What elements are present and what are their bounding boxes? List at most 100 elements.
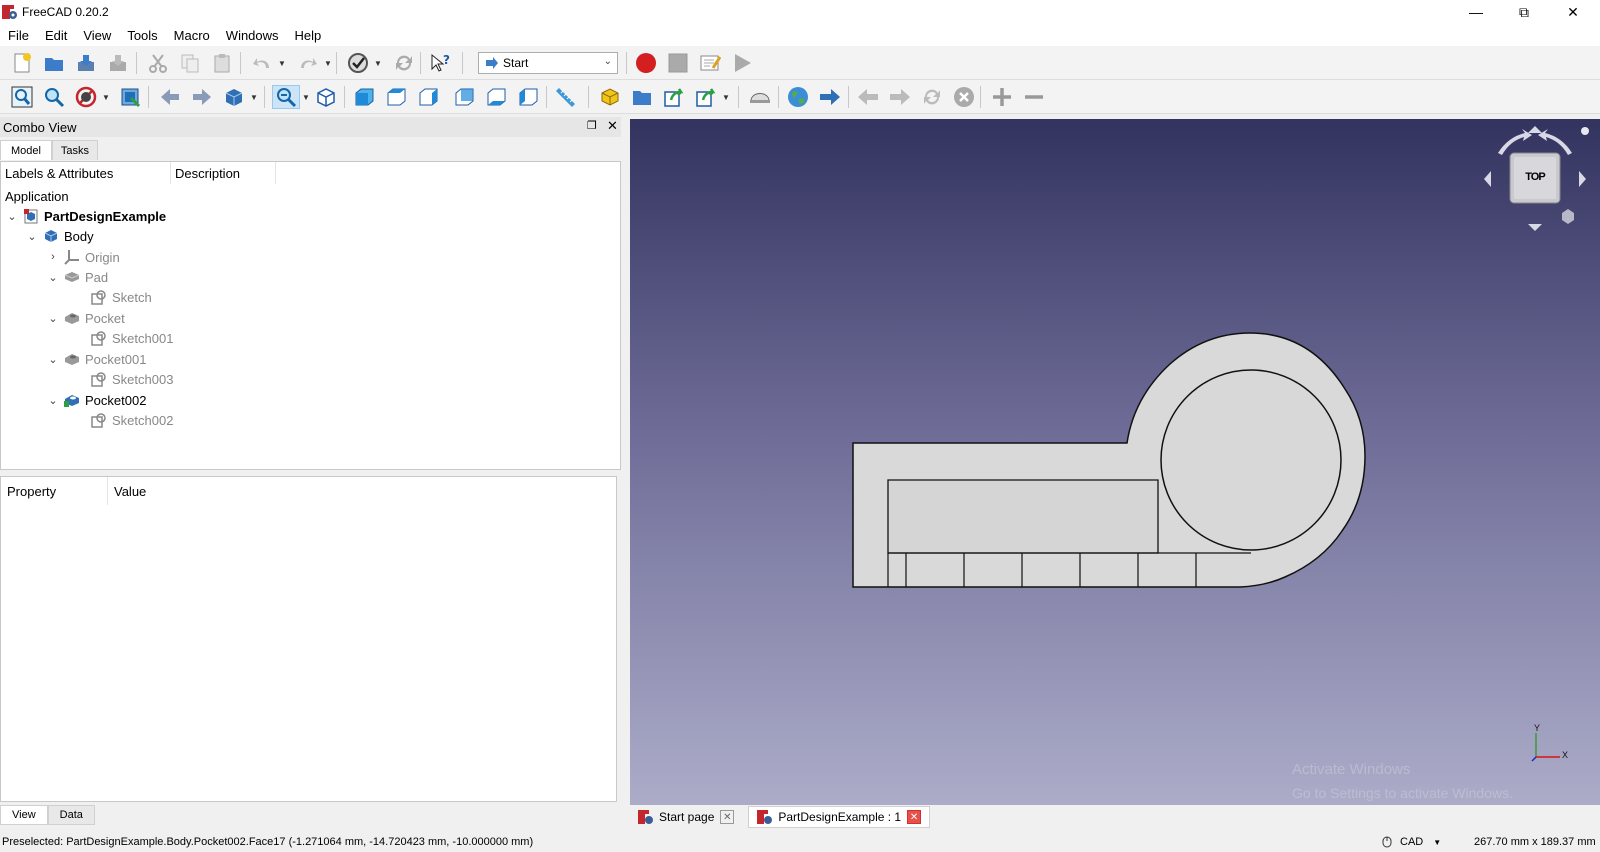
3d-viewport[interactable]: TOP Y X Activate Windows Go to Settings … <box>630 119 1600 805</box>
close-panel-icon[interactable]: ✕ <box>607 118 618 134</box>
tree-item-sketch003[interactable]: Sketch003 <box>87 369 173 389</box>
zoom-out-button[interactable] <box>1022 85 1046 109</box>
chevron-down-icon[interactable]: ⌄ <box>46 353 60 366</box>
minimize-button[interactable]: — <box>1453 0 1499 24</box>
web-back-button[interactable] <box>856 85 880 109</box>
rotate-left-icon[interactable] <box>1498 129 1532 155</box>
menu-macro[interactable]: Macro <box>166 28 218 43</box>
column-value[interactable]: Value <box>108 477 258 505</box>
pocket-circle-face[interactable] <box>1160 369 1342 551</box>
workbench-selector[interactable]: Start ⌄ <box>478 52 618 74</box>
tab-model[interactable]: Model <box>0 140 52 160</box>
create-link-button[interactable] <box>662 85 686 109</box>
workbench-tools-dropdown[interactable]: ▼ <box>374 54 382 72</box>
view-isometric-button[interactable] <box>314 85 338 109</box>
menu-edit[interactable]: Edit <box>37 28 75 43</box>
tree-item-origin[interactable]: › Origin <box>46 247 120 267</box>
tree-item-sketch001[interactable]: Sketch001 <box>87 328 173 348</box>
workbench-tools-button[interactable] <box>346 51 370 75</box>
draw-style-dropdown[interactable]: ▼ <box>102 88 110 106</box>
new-document-button[interactable] <box>10 51 34 75</box>
tree-item-pocket[interactable]: ⌄ Pocket <box>46 308 124 328</box>
restore-button[interactable]: ⧉ <box>1501 0 1547 24</box>
macro-record-button[interactable] <box>634 51 658 75</box>
create-part-button[interactable] <box>598 85 622 109</box>
link-actions-dropdown[interactable]: ▼ <box>722 88 730 106</box>
tree-item-sketch[interactable]: Sketch <box>87 287 152 307</box>
web-forward-button[interactable] <box>888 85 912 109</box>
undock-icon[interactable]: ❐ <box>587 119 597 132</box>
view-forward-button[interactable] <box>190 85 214 109</box>
paste-button[interactable] <box>210 51 234 75</box>
tree-item-pocket001[interactable]: ⌄ Pocket001 <box>46 349 146 369</box>
view-front-button[interactable] <box>352 85 376 109</box>
bounding-box-button[interactable] <box>118 85 142 109</box>
menu-help[interactable]: Help <box>287 28 330 43</box>
view-menu-icon[interactable] <box>1562 209 1574 224</box>
chevron-down-icon[interactable]: ⌄ <box>46 271 60 284</box>
measure-distance-button[interactable] <box>554 85 578 109</box>
tree-item-pad[interactable]: ⌄ Pad <box>46 267 108 287</box>
whats-this-button[interactable]: ? <box>428 51 452 75</box>
chevron-down-icon[interactable]: ⌄ <box>46 312 60 325</box>
tree-item-document[interactable]: ⌄ PartDesignExample <box>5 206 166 226</box>
macro-edit-button[interactable] <box>698 51 722 75</box>
tab-view[interactable]: View <box>0 805 48 825</box>
save-button[interactable] <box>74 51 98 75</box>
column-labels[interactable]: Labels & Attributes <box>1 162 171 184</box>
fit-all-button[interactable] <box>10 85 34 109</box>
zoom-in-button[interactable] <box>990 85 1014 109</box>
web-go-button[interactable] <box>818 85 842 109</box>
tree-item-body[interactable]: ⌄ Body <box>25 226 93 246</box>
close-window-button[interactable]: ✕ <box>1550 0 1596 24</box>
view-right-button[interactable] <box>416 85 440 109</box>
arrow-up-icon[interactable] <box>1528 126 1542 133</box>
sync-view-button[interactable] <box>748 85 772 109</box>
create-group-button[interactable] <box>630 85 654 109</box>
menu-view[interactable]: View <box>75 28 119 43</box>
view-back-button[interactable] <box>158 85 182 109</box>
chevron-down-icon[interactable]: ⌄ <box>25 230 39 243</box>
web-refresh-button[interactable] <box>920 85 944 109</box>
column-property[interactable]: Property <box>1 477 108 505</box>
macro-run-button[interactable] <box>730 51 754 75</box>
view-bottom-button[interactable] <box>484 85 508 109</box>
column-description[interactable]: Description <box>171 162 276 184</box>
pocket-slot-face[interactable] <box>887 479 1159 554</box>
tab-tasks[interactable]: Tasks <box>51 140 98 160</box>
menu-windows[interactable]: Windows <box>218 28 287 43</box>
redo-button[interactable] <box>296 51 320 75</box>
chevron-down-icon[interactable]: ⌄ <box>5 210 19 223</box>
redo-dropdown[interactable]: ▼ <box>324 54 332 72</box>
view-top-button[interactable] <box>384 85 408 109</box>
copy-button[interactable] <box>178 51 202 75</box>
chevron-right-icon[interactable]: › <box>46 251 60 263</box>
fit-selection-button[interactable] <box>42 85 66 109</box>
macro-stop-button[interactable] <box>666 51 690 75</box>
tab-start-page[interactable]: Start page ✕ <box>630 806 742 828</box>
std-views-button[interactable] <box>222 85 246 109</box>
chevron-down-icon[interactable]: ⌄ <box>46 394 60 407</box>
web-stop-button[interactable] <box>952 85 976 109</box>
zoom-dropdown[interactable]: ▼ <box>302 88 310 106</box>
arrow-left-icon[interactable] <box>1484 171 1491 187</box>
menu-tools[interactable]: Tools <box>119 28 165 43</box>
save-as-button[interactable] <box>106 51 130 75</box>
view-left-button[interactable] <box>516 85 540 109</box>
nav-menu-icon[interactable] <box>1581 127 1589 135</box>
rotate-right-icon[interactable] <box>1538 129 1572 155</box>
std-views-dropdown[interactable]: ▼ <box>250 88 258 106</box>
cut-button[interactable] <box>146 51 170 75</box>
draw-style-button[interactable] <box>74 85 98 109</box>
menu-file[interactable]: File <box>0 28 37 43</box>
view-rear-button[interactable] <box>452 85 476 109</box>
arrow-down-icon[interactable] <box>1528 224 1542 231</box>
undo-dropdown[interactable]: ▼ <box>278 54 286 72</box>
open-website-button[interactable] <box>786 85 810 109</box>
tree-item-sketch002[interactable]: Sketch002 <box>87 410 173 430</box>
close-tab-icon[interactable]: ✕ <box>907 810 922 824</box>
part-geometry[interactable] <box>630 119 1600 805</box>
tree-item-pocket002[interactable]: ⌄ Pocket002 <box>46 390 146 410</box>
navigation-style-selector[interactable]: CAD ▼ <box>1382 836 1441 848</box>
undo-button[interactable] <box>250 51 274 75</box>
